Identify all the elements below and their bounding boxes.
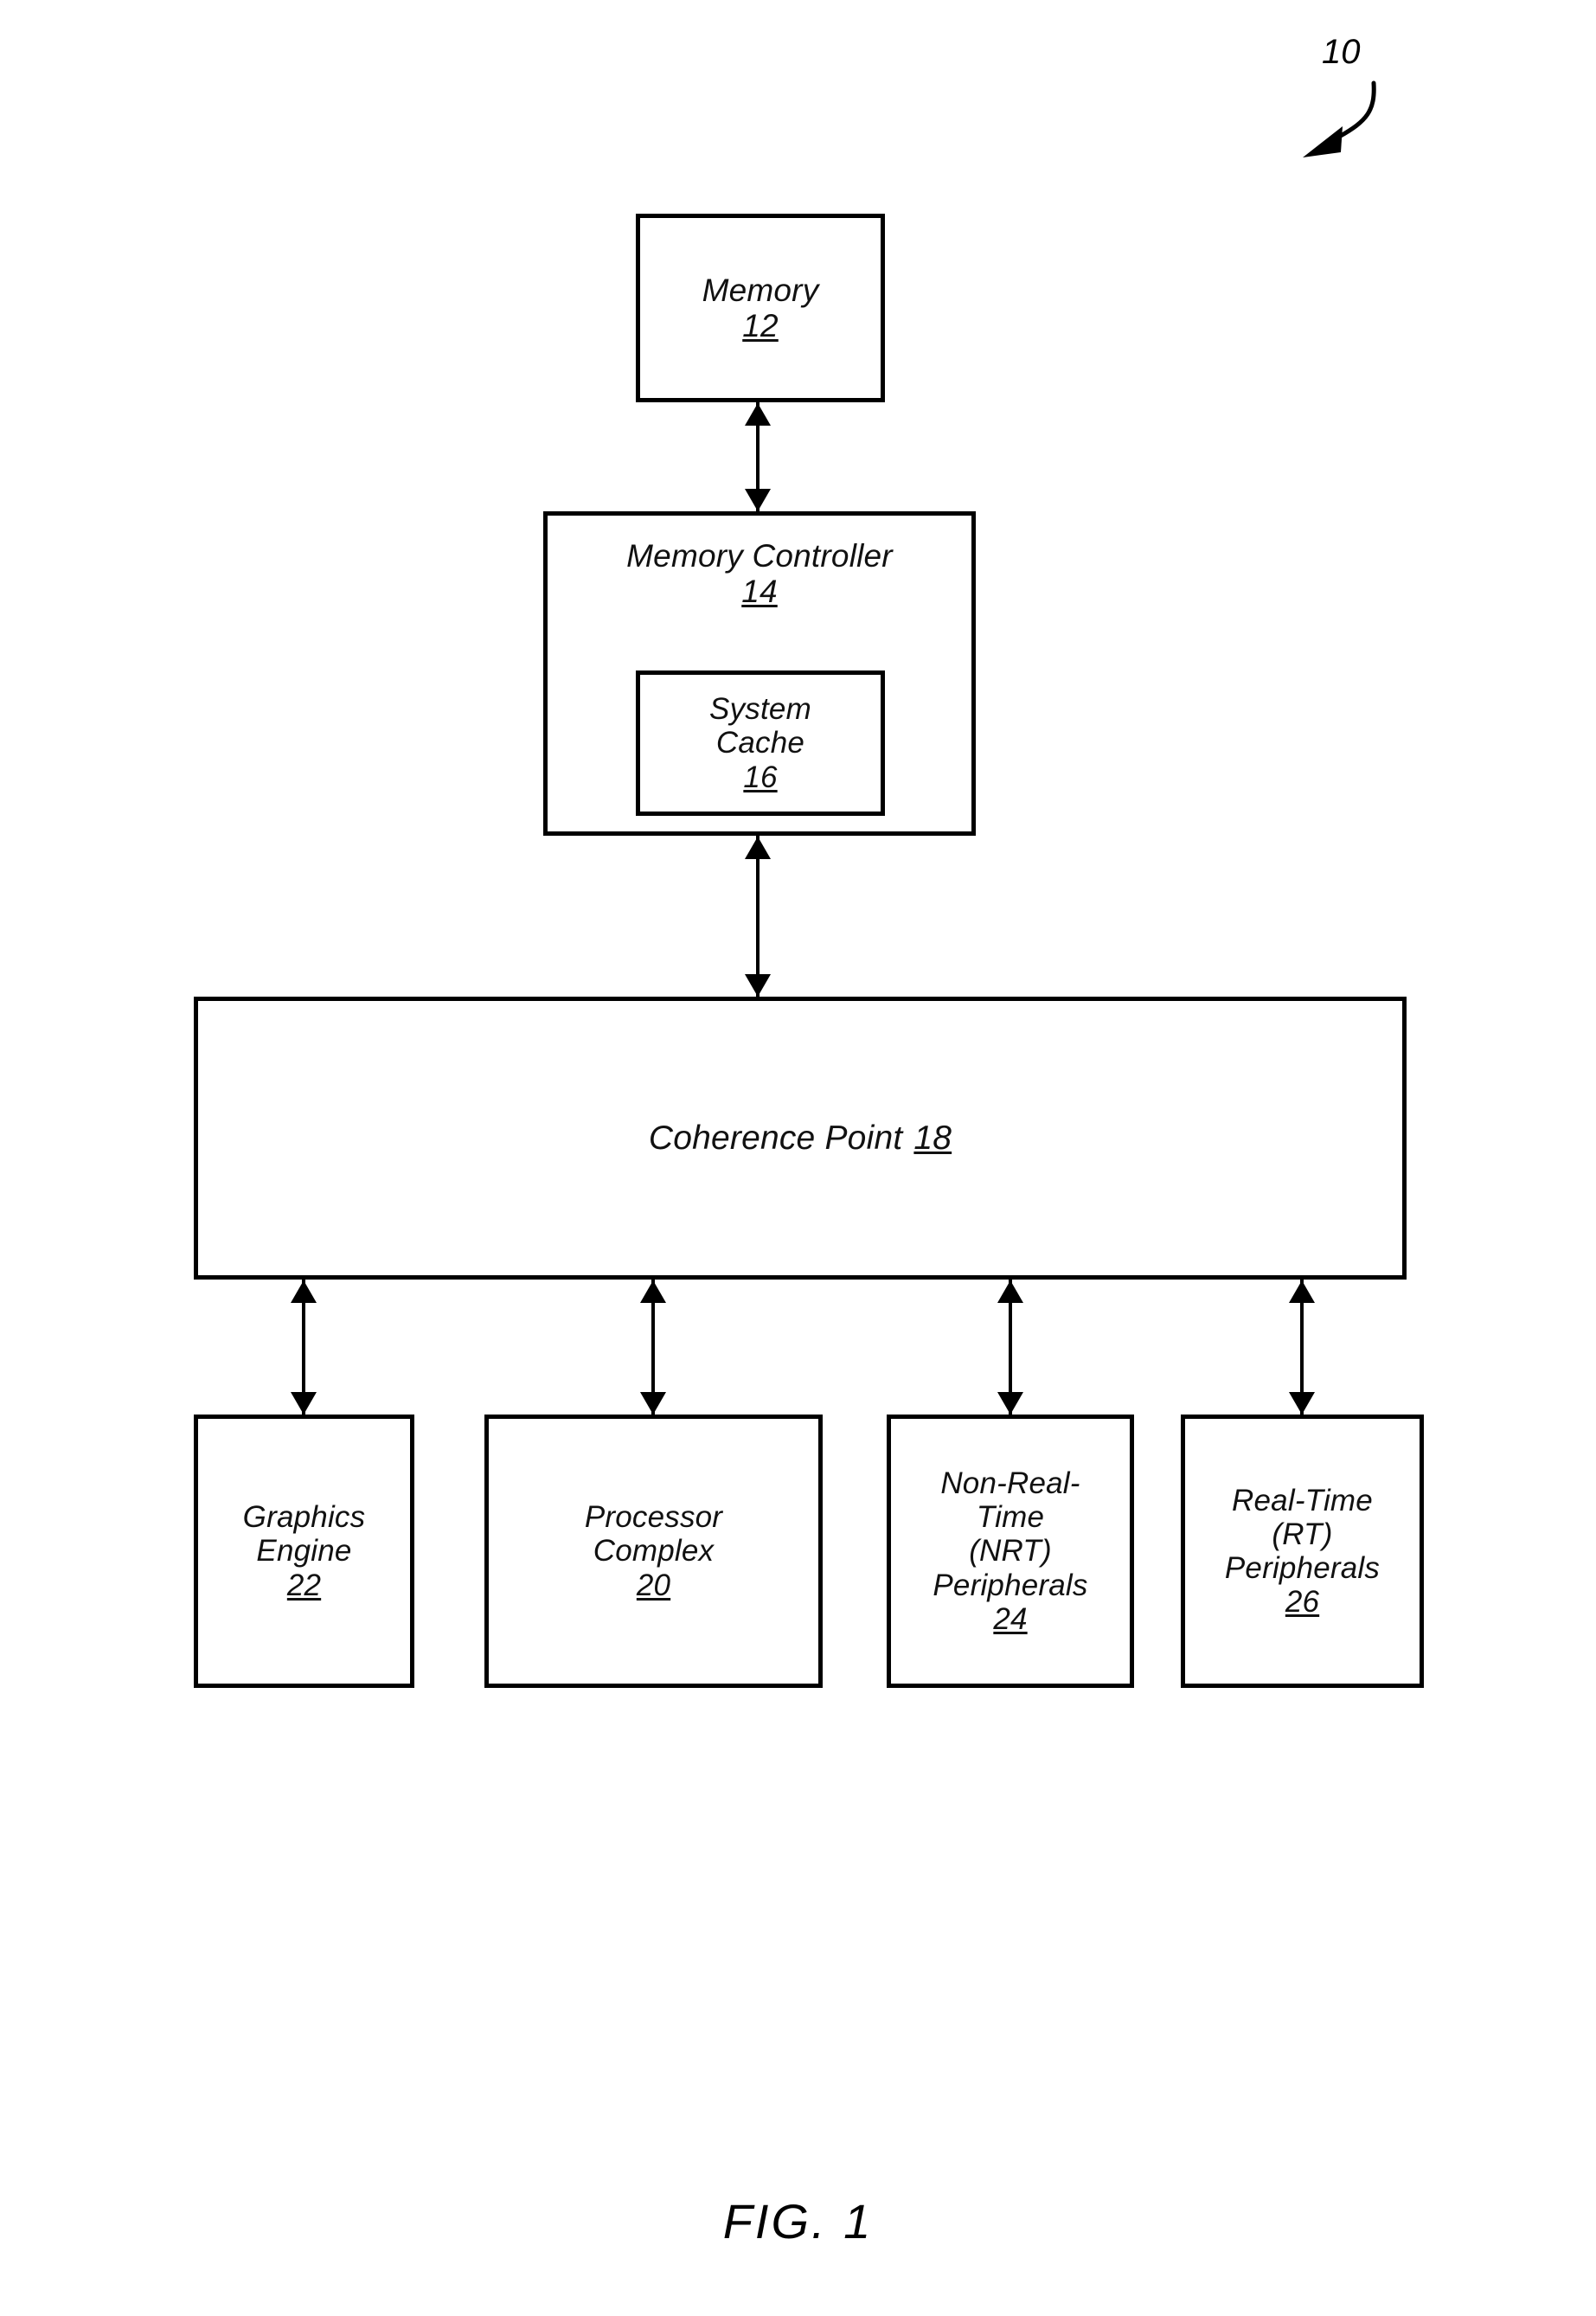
node-processor-complex: Processor Complex 20 (484, 1415, 823, 1688)
node-nrt-peripherals-title: Non-Real- Time (NRT) Peripherals (933, 1466, 1088, 1602)
system-reference-label: 10 (1322, 33, 1361, 71)
figure-caption: FIG. 1 (722, 2194, 874, 2249)
node-memory: Memory 12 (636, 214, 885, 402)
node-memory-ref: 12 (742, 308, 779, 343)
node-rt-peripherals-ref: 26 (1285, 1585, 1320, 1620)
arrowhead-cpu-down (640, 1392, 666, 1415)
node-memory-controller-ref: 14 (741, 574, 778, 610)
connector-memory-controller-coherence (756, 836, 760, 997)
node-processor-complex-ref: 20 (636, 1568, 671, 1602)
node-graphics-engine-title: Graphics Engine (242, 1500, 366, 1569)
node-memory-controller-title: Memory Controller (626, 538, 893, 574)
arrowhead-memctrl-down (745, 489, 771, 511)
node-graphics-engine: Graphics Engine 22 (194, 1415, 414, 1688)
node-coherence-point: Coherence Point 18 (194, 997, 1407, 1280)
node-system-cache-ref: 16 (743, 760, 778, 794)
arrowhead-coherence-down (745, 974, 771, 997)
system-reference-leader-arrow (1303, 80, 1376, 157)
node-coherence-point-title: Coherence Point (648, 1119, 903, 1157)
arrowhead-rt-up (1289, 1280, 1315, 1303)
arrowhead-memory-up (745, 403, 771, 426)
node-rt-peripherals-title: Real-Time (RT) Peripherals (1224, 1483, 1381, 1585)
node-nrt-peripherals-ref: 24 (993, 1601, 1028, 1636)
arrowhead-memctrl-up (745, 837, 771, 859)
patent-figure-sheet: 10 Memory 12 Memory Controller 14 System… (0, 0, 1596, 2316)
node-nrt-peripherals: Non-Real- Time (NRT) Peripherals 24 (887, 1415, 1134, 1688)
node-coherence-point-ref: 18 (913, 1119, 952, 1157)
node-processor-complex-title: Processor Complex (584, 1500, 723, 1569)
node-system-cache-title: System Cache (709, 692, 811, 760)
node-system-cache: System Cache 16 (636, 670, 885, 816)
arrowhead-gfx-down (291, 1392, 317, 1415)
node-memory-title: Memory (702, 272, 819, 308)
node-rt-peripherals: Real-Time (RT) Peripherals 26 (1181, 1415, 1424, 1688)
arrowhead-nrt-up (997, 1280, 1023, 1303)
arrowhead-gfx-up (291, 1280, 317, 1303)
arrowhead-rt-down (1289, 1392, 1315, 1415)
arrowhead-nrt-down (997, 1392, 1023, 1415)
node-graphics-engine-ref: 22 (286, 1568, 322, 1602)
arrowhead-cpu-up (640, 1280, 666, 1303)
